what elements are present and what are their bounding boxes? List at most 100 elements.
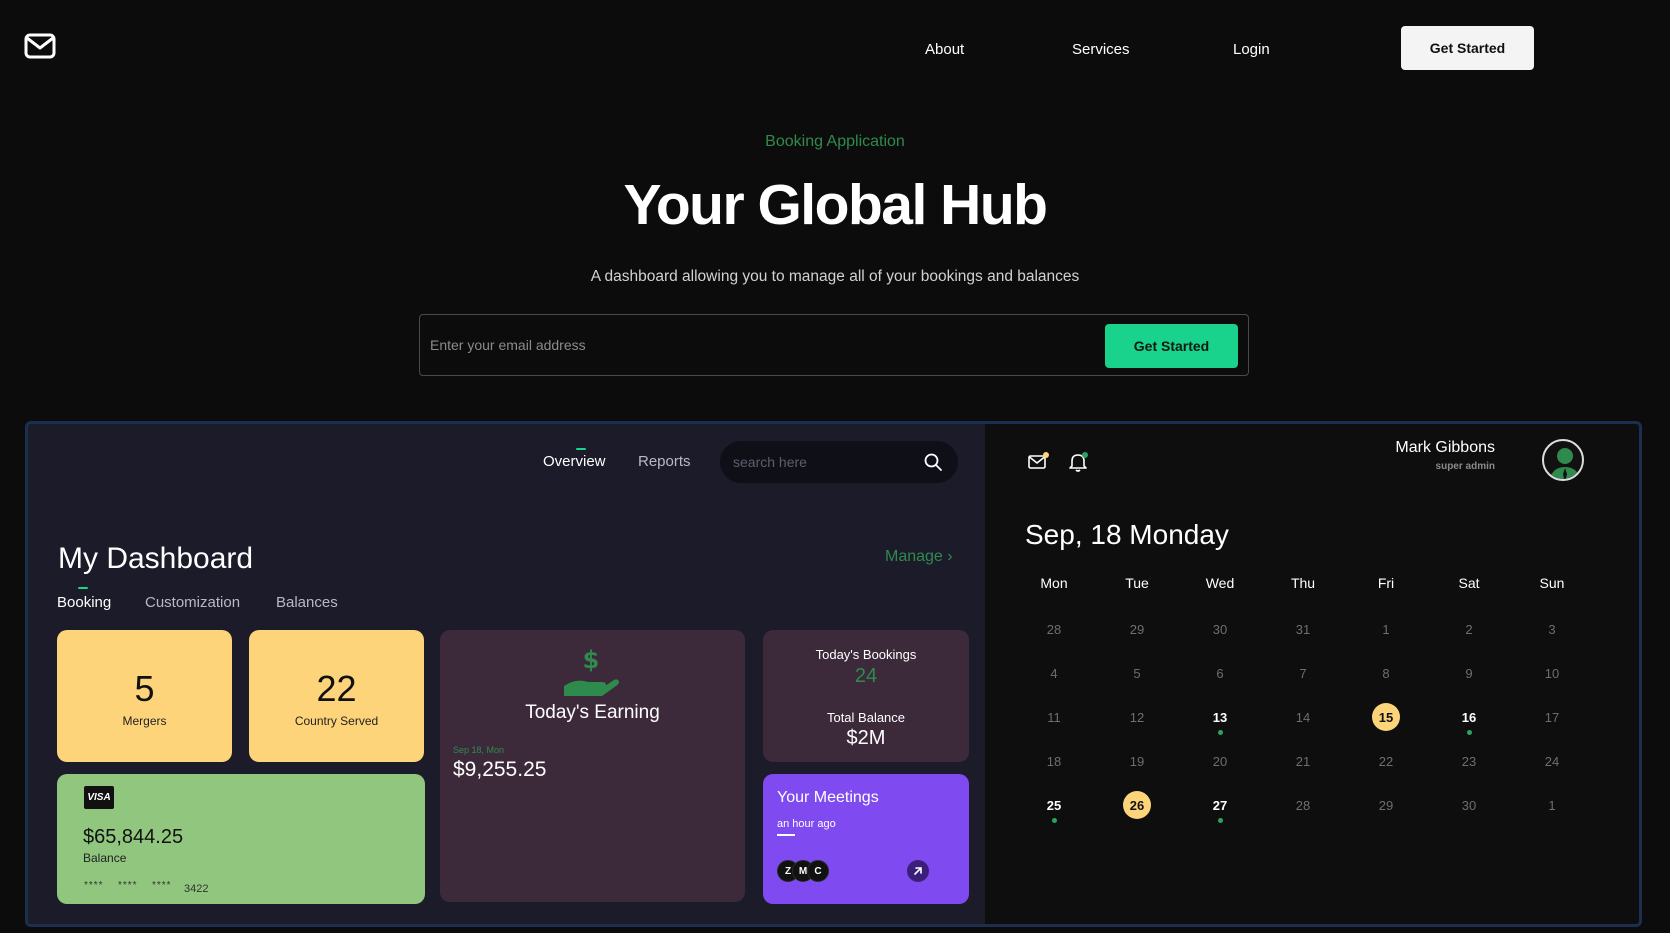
tab-reports[interactable]: Reports xyxy=(638,453,691,470)
avatar[interactable] xyxy=(1542,439,1584,481)
calendar-day[interactable]: 24 xyxy=(1538,747,1566,775)
search-bar xyxy=(720,441,958,483)
weekday-sat: Sat xyxy=(1458,575,1480,591)
svg-text:$: $ xyxy=(583,646,600,674)
calendar-day[interactable]: 19 xyxy=(1123,747,1151,775)
event-dot xyxy=(1217,818,1223,823)
earning-card[interactable]: $ Today's Earning Sep 18, Mon $9,255.25 xyxy=(440,630,745,902)
calendar-day[interactable]: 30 xyxy=(1206,615,1234,643)
balance-value: $2M xyxy=(846,727,886,749)
subtab-balances[interactable]: Balances xyxy=(276,594,338,611)
calendar-day[interactable]: 27 xyxy=(1206,791,1234,819)
meetings-open-button[interactable] xyxy=(907,860,929,882)
weekday-sun: Sun xyxy=(1539,575,1565,591)
email-signup-form: Get Started xyxy=(419,314,1249,376)
mail-logo-icon[interactable] xyxy=(24,33,56,59)
calendar-day[interactable]: 4 xyxy=(1040,659,1068,687)
calendar-day[interactable]: 12 xyxy=(1123,703,1151,731)
calendar-day[interactable]: 6 xyxy=(1206,659,1234,687)
calendar-day[interactable]: 30 xyxy=(1455,791,1483,819)
hero-title: Your Global Hub xyxy=(623,173,1048,237)
earning-amount: $9,255.25 xyxy=(453,758,547,781)
subtab-booking[interactable]: Booking xyxy=(57,594,111,611)
calendar-day[interactable]: 2 xyxy=(1455,615,1483,643)
stat-card-mergers[interactable]: 5 Mergers xyxy=(57,630,232,762)
calendar-day[interactable]: 9 xyxy=(1455,659,1483,687)
nav-about[interactable]: About xyxy=(925,41,964,58)
dashboard-title: My Dashboard xyxy=(58,542,254,575)
calendar-day[interactable]: 5 xyxy=(1123,659,1151,687)
calendar-day[interactable]: 28 xyxy=(1040,615,1068,643)
calendar-day[interactable]: 15 xyxy=(1372,703,1400,731)
card-balance-amount: $65,844.25 xyxy=(83,826,184,848)
card-last4: 3422 xyxy=(184,883,209,895)
meetings-card[interactable]: Your Meetings an hour ago Z M C xyxy=(763,774,969,904)
dashboard-main: Overview Reports My Dashboard Manage › B… xyxy=(28,424,985,924)
stat-card-countries[interactable]: 22 Country Served xyxy=(249,630,424,762)
tab-overview[interactable]: Overview xyxy=(543,453,606,470)
user-role: super admin xyxy=(1435,461,1495,472)
calendar-day[interactable]: 28 xyxy=(1289,791,1317,819)
calendar-day[interactable]: 7 xyxy=(1289,659,1317,687)
event-dot xyxy=(1051,818,1057,823)
calendar-day[interactable]: 18 xyxy=(1040,747,1068,775)
event-dot xyxy=(1217,730,1223,735)
calendar-day[interactable]: 20 xyxy=(1206,747,1234,775)
bookings-card[interactable]: Today's Bookings 24 Total Balance $2M xyxy=(763,630,969,762)
bookings-label: Today's Bookings xyxy=(815,647,917,662)
calendar-day[interactable]: 29 xyxy=(1123,615,1151,643)
stat-label: Country Served xyxy=(294,714,379,728)
subtab-customization[interactable]: Customization xyxy=(145,594,240,611)
meetings-underline xyxy=(777,834,795,836)
earning-date: Sep 18, Mon xyxy=(453,745,505,755)
card-mask-3: **** xyxy=(152,880,172,891)
user-name: Mark Gibbons xyxy=(1395,439,1495,456)
weekday-mon: Mon xyxy=(1040,575,1068,591)
stat-label: Mergers xyxy=(122,714,167,728)
nav-get-started-button[interactable]: Get Started xyxy=(1401,26,1534,70)
subtab-active-indicator xyxy=(78,587,88,589)
attendee-avatar[interactable]: C xyxy=(807,860,829,882)
mail-icon[interactable] xyxy=(1027,451,1049,473)
weekday-thu: Thu xyxy=(1290,575,1316,591)
card-mask-2: **** xyxy=(118,880,138,891)
bell-icon[interactable] xyxy=(1067,451,1089,473)
user-avatar-icon xyxy=(1549,448,1581,479)
calendar-day[interactable]: 1 xyxy=(1372,615,1400,643)
manage-link[interactable]: Manage › xyxy=(885,548,953,566)
meetings-title: Your Meetings xyxy=(777,789,879,806)
search-input[interactable] xyxy=(733,451,913,473)
calendar-day[interactable]: 25 xyxy=(1040,791,1068,819)
email-get-started-button[interactable]: Get Started xyxy=(1105,324,1238,368)
calendar-day[interactable]: 26 xyxy=(1123,791,1151,819)
calendar-day[interactable]: 17 xyxy=(1538,703,1566,731)
calendar-day[interactable]: 1 xyxy=(1538,791,1566,819)
email-input[interactable] xyxy=(430,328,1110,362)
nav-login[interactable]: Login xyxy=(1233,41,1270,58)
nav-services[interactable]: Services xyxy=(1072,41,1130,58)
weekday-fri: Fri xyxy=(1377,575,1395,591)
search-icon[interactable] xyxy=(923,452,943,472)
calendar-day[interactable]: 21 xyxy=(1289,747,1317,775)
calendar-panel: Mark Gibbons super admin Sep, 18 Monday … xyxy=(985,424,1639,924)
calendar-day[interactable]: 13 xyxy=(1206,703,1234,731)
calendar-day[interactable]: 16 xyxy=(1455,703,1483,731)
earning-title: Today's Earning xyxy=(525,702,660,723)
calendar-day[interactable]: 22 xyxy=(1372,747,1400,775)
calendar-day[interactable]: 8 xyxy=(1372,659,1400,687)
hero-subtitle: A dashboard allowing you to manage all o… xyxy=(590,268,1080,285)
stat-value: 22 xyxy=(316,668,357,709)
calendar-day[interactable]: 14 xyxy=(1289,703,1317,731)
weekday-tue: Tue xyxy=(1125,575,1149,591)
card-mask-1: **** xyxy=(84,880,104,891)
calendar-day[interactable]: 10 xyxy=(1538,659,1566,687)
bookings-value: 24 xyxy=(854,665,878,687)
event-dot xyxy=(1466,730,1472,735)
calendar-day[interactable]: 3 xyxy=(1538,615,1566,643)
visa-logo: VISA xyxy=(84,786,114,809)
calendar-day[interactable]: 29 xyxy=(1372,791,1400,819)
calendar-day[interactable]: 23 xyxy=(1455,747,1483,775)
calendar-day[interactable]: 11 xyxy=(1040,703,1068,731)
calendar-day[interactable]: 31 xyxy=(1289,615,1317,643)
visa-card[interactable]: VISA $65,844.25 Balance **** **** **** 3… xyxy=(57,774,425,904)
